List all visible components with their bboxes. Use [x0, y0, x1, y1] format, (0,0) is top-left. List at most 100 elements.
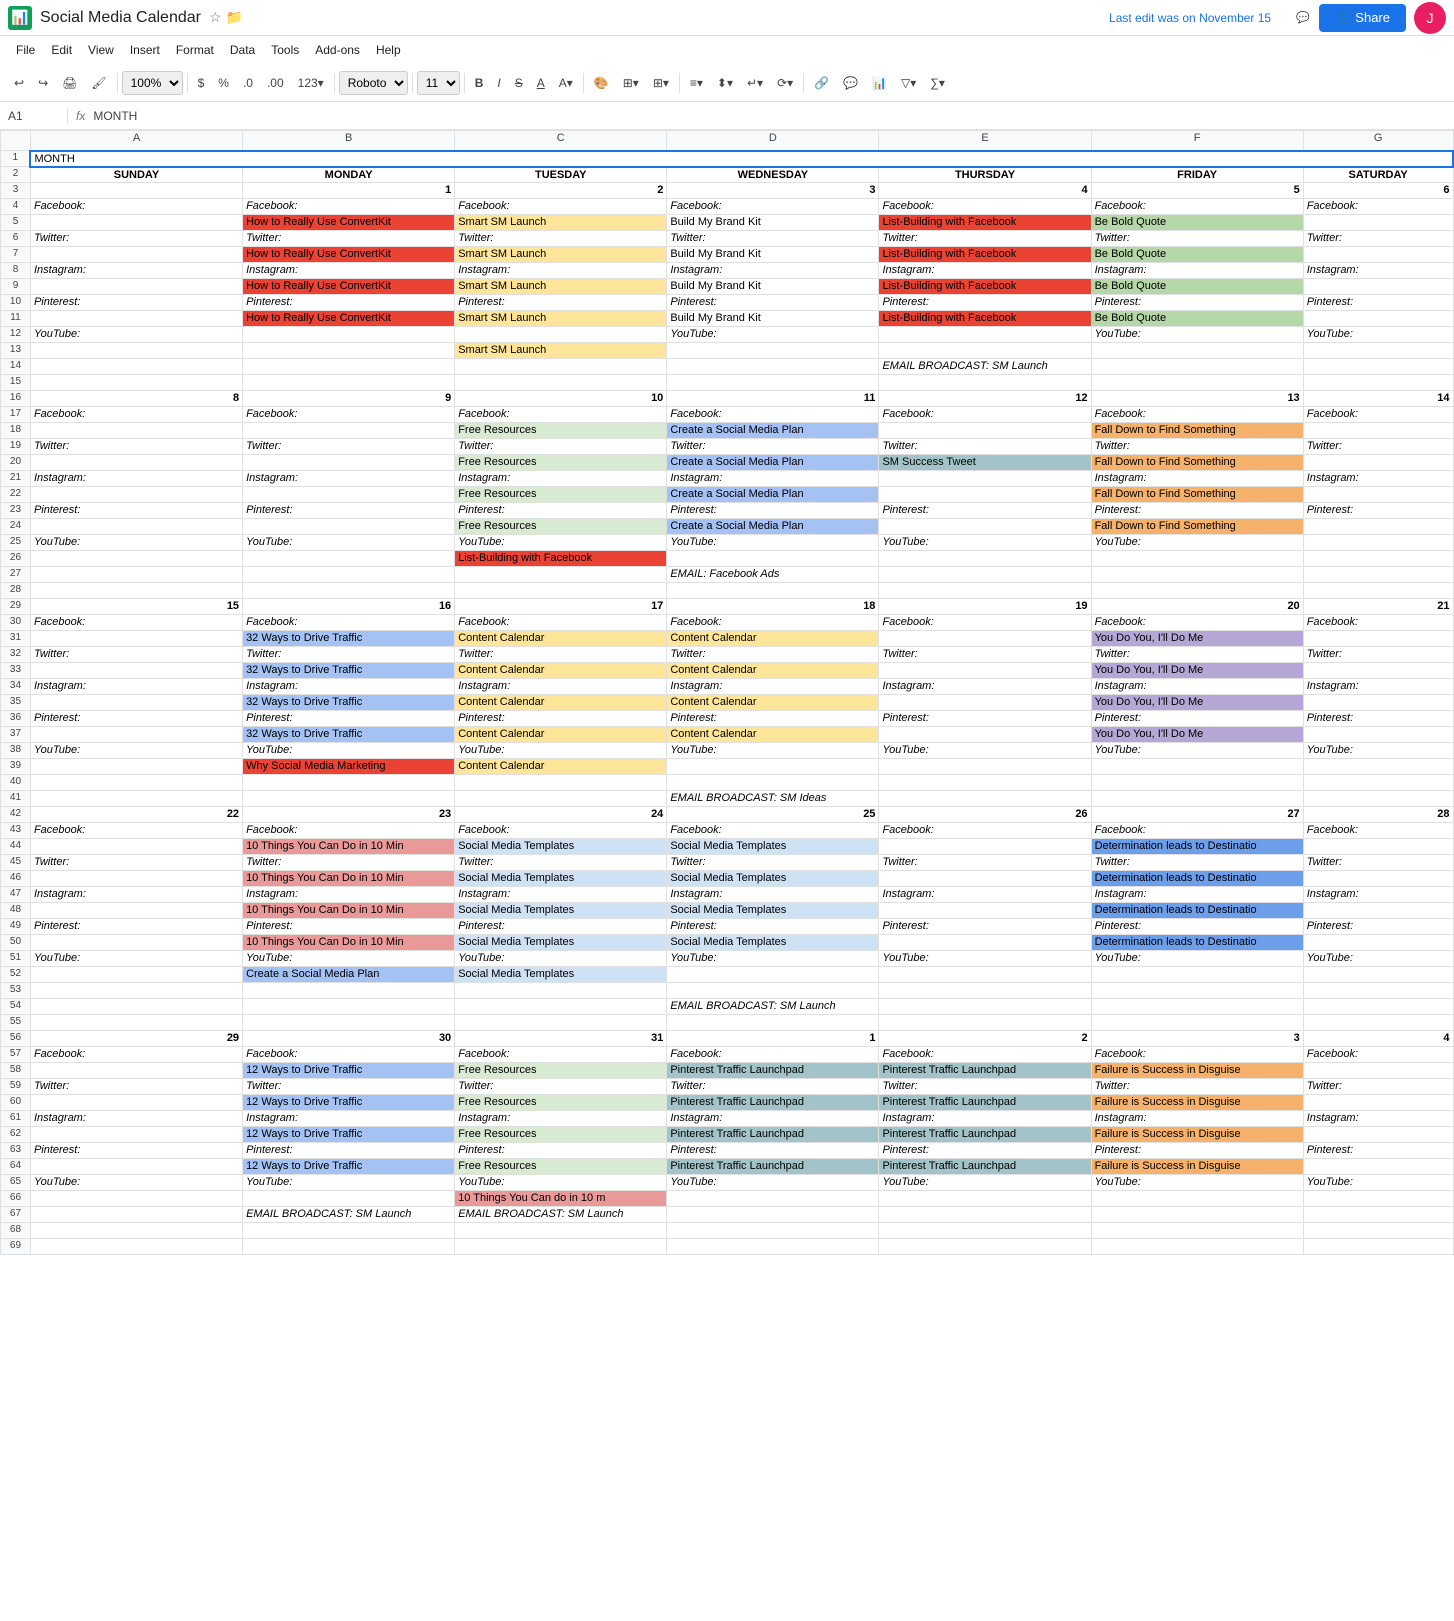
cell-b11[interactable]: How to Really Use ConvertKit: [243, 311, 455, 327]
cell-g37[interactable]: [1303, 727, 1453, 743]
cell-d64[interactable]: Pinterest Traffic Launchpad: [667, 1159, 879, 1175]
cell-e16[interactable]: 12: [879, 391, 1091, 407]
cell-a46[interactable]: [30, 871, 242, 887]
cell-b63[interactable]: Pinterest:: [243, 1143, 455, 1159]
cell-a23[interactable]: Pinterest:: [30, 503, 242, 519]
cell-b3[interactable]: 1: [243, 183, 455, 199]
cell-g33[interactable]: [1303, 663, 1453, 679]
cell-c67[interactable]: EMAIL BROADCAST: SM Launch: [455, 1207, 667, 1223]
decimal1-button[interactable]: .0: [237, 72, 259, 94]
cell-f55[interactable]: [1091, 1015, 1303, 1031]
cell-a30[interactable]: Facebook:: [30, 615, 242, 631]
cell-e55[interactable]: [879, 1015, 1091, 1031]
cell-b21[interactable]: Instagram:: [243, 471, 455, 487]
cell-f44[interactable]: Determination leads to Destinatio: [1091, 839, 1303, 855]
cell-a22[interactable]: [30, 487, 242, 503]
cell-g51[interactable]: YouTube:: [1303, 951, 1453, 967]
cell-f25[interactable]: YouTube:: [1091, 535, 1303, 551]
cell-f40[interactable]: [1091, 775, 1303, 791]
cell-f52[interactable]: [1091, 967, 1303, 983]
cell-f39[interactable]: [1091, 759, 1303, 775]
cell-e39[interactable]: [879, 759, 1091, 775]
cell-e15[interactable]: [879, 375, 1091, 391]
cell-d67[interactable]: [667, 1207, 879, 1223]
cell-d59[interactable]: Twitter:: [667, 1079, 879, 1095]
cell-g20[interactable]: [1303, 455, 1453, 471]
cell-b16[interactable]: 9: [243, 391, 455, 407]
format-button[interactable]: 123▾: [292, 72, 330, 94]
cell-c59[interactable]: Twitter:: [455, 1079, 667, 1095]
cell-f61[interactable]: Instagram:: [1091, 1111, 1303, 1127]
fontsize-select[interactable]: 11: [417, 71, 460, 95]
cell-a29[interactable]: 15: [30, 599, 242, 615]
cell-c13[interactable]: Smart SM Launch: [455, 343, 667, 359]
cell-b60[interactable]: 12 Ways to Drive Traffic: [243, 1095, 455, 1111]
cell-b5[interactable]: How to Really Use ConvertKit: [243, 215, 455, 231]
cell-c66[interactable]: 10 Things You Can do in 10 m: [455, 1191, 667, 1207]
cell-c21[interactable]: Instagram:: [455, 471, 667, 487]
cell-e4[interactable]: Facebook:: [879, 199, 1091, 215]
cell-e68[interactable]: [879, 1223, 1091, 1239]
cell-d9[interactable]: Build My Brand Kit: [667, 279, 879, 295]
cell-d52[interactable]: [667, 967, 879, 983]
cell-c28[interactable]: [455, 583, 667, 599]
cell-a51[interactable]: YouTube:: [30, 951, 242, 967]
cell-b31[interactable]: 32 Ways to Drive Traffic: [243, 631, 455, 647]
cell-a57[interactable]: Facebook:: [30, 1047, 242, 1063]
cell-c58[interactable]: Free Resources: [455, 1063, 667, 1079]
cell-d50[interactable]: Social Media Templates: [667, 935, 879, 951]
cell-f63[interactable]: Pinterest:: [1091, 1143, 1303, 1159]
cell-a9[interactable]: [30, 279, 242, 295]
cell-e34[interactable]: Instagram:: [879, 679, 1091, 695]
cell-b59[interactable]: Twitter:: [243, 1079, 455, 1095]
cell-f5[interactable]: Be Bold Quote: [1091, 215, 1303, 231]
cell-f33[interactable]: You Do You, I'll Do Me: [1091, 663, 1303, 679]
cell-e61[interactable]: Instagram:: [879, 1111, 1091, 1127]
cell-c48[interactable]: Social Media Templates: [455, 903, 667, 919]
paintformat-button[interactable]: 🖌: [85, 72, 112, 94]
cell-d61[interactable]: Instagram:: [667, 1111, 879, 1127]
cell-f60[interactable]: Failure is Success in Disguise: [1091, 1095, 1303, 1111]
cell-b48[interactable]: 10 Things You Can Do in 10 Min: [243, 903, 455, 919]
menu-file[interactable]: File: [8, 39, 43, 61]
cell-d11[interactable]: Build My Brand Kit: [667, 311, 879, 327]
day-thursday[interactable]: THURSDAY: [879, 167, 1091, 183]
cell-e54[interactable]: [879, 999, 1091, 1015]
cell-g29[interactable]: 21: [1303, 599, 1453, 615]
cell-d30[interactable]: Facebook:: [667, 615, 879, 631]
cell-b29[interactable]: 16: [243, 599, 455, 615]
cell-e48[interactable]: [879, 903, 1091, 919]
decimal2-button[interactable]: .00: [261, 72, 290, 94]
cell-b66[interactable]: [243, 1191, 455, 1207]
cell-c46[interactable]: Social Media Templates: [455, 871, 667, 887]
cell-b37[interactable]: 32 Ways to Drive Traffic: [243, 727, 455, 743]
borders-button[interactable]: ⊞▾: [617, 72, 645, 94]
cell-e51[interactable]: YouTube:: [879, 951, 1091, 967]
cell-g4[interactable]: Facebook:: [1303, 199, 1453, 215]
cell-b24[interactable]: [243, 519, 455, 535]
cell-b6[interactable]: Twitter:: [243, 231, 455, 247]
cell-a67[interactable]: [30, 1207, 242, 1223]
cell-g59[interactable]: Twitter:: [1303, 1079, 1453, 1095]
undo-button[interactable]: ↩: [8, 72, 30, 94]
cell-a39[interactable]: [30, 759, 242, 775]
cell-b46[interactable]: 10 Things You Can Do in 10 Min: [243, 871, 455, 887]
cell-c37[interactable]: Content Calendar: [455, 727, 667, 743]
cell-g30[interactable]: Facebook:: [1303, 615, 1453, 631]
cell-g67[interactable]: [1303, 1207, 1453, 1223]
cell-f37[interactable]: You Do You, I'll Do Me: [1091, 727, 1303, 743]
cell-a59[interactable]: Twitter:: [30, 1079, 242, 1095]
folder-icon[interactable]: 📁: [226, 9, 243, 26]
cell-g36[interactable]: Pinterest:: [1303, 711, 1453, 727]
cell-g56[interactable]: 4: [1303, 1031, 1453, 1047]
cell-g34[interactable]: Instagram:: [1303, 679, 1453, 695]
cell-b7[interactable]: How to Really Use ConvertKit: [243, 247, 455, 263]
cell-e28[interactable]: [879, 583, 1091, 599]
cell-f59[interactable]: Twitter:: [1091, 1079, 1303, 1095]
cell-d40[interactable]: [667, 775, 879, 791]
cell-d66[interactable]: [667, 1191, 879, 1207]
cell-e31[interactable]: [879, 631, 1091, 647]
cell-a8[interactable]: Instagram:: [30, 263, 242, 279]
cell-e29[interactable]: 19: [879, 599, 1091, 615]
cell-f32[interactable]: Twitter:: [1091, 647, 1303, 663]
